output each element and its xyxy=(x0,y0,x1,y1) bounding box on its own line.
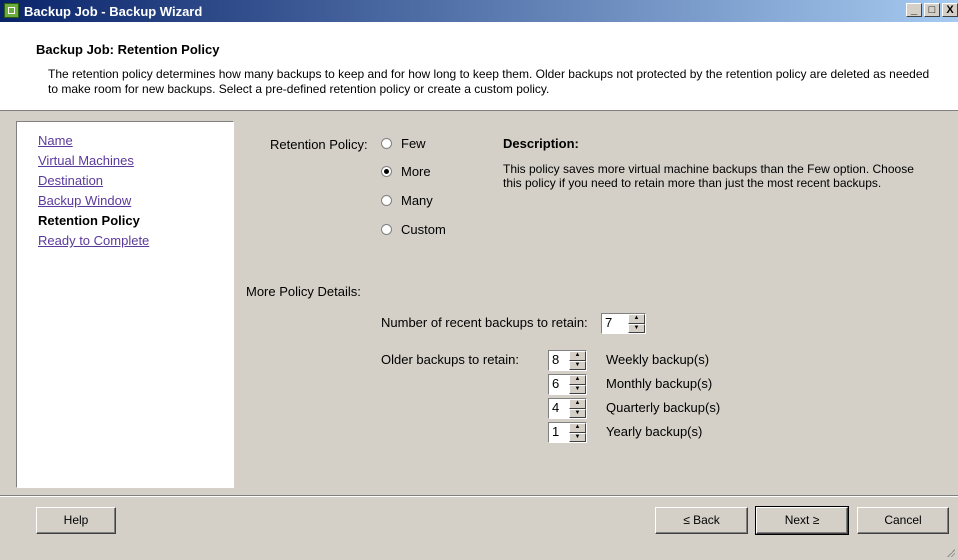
yearly-backups-label: Yearly backup(s) xyxy=(606,424,703,439)
spinner-value[interactable]: 7 xyxy=(602,314,628,333)
policy-details-label: More Policy Details: xyxy=(246,284,361,299)
monthly-backups-label: Monthly backup(s) xyxy=(606,376,713,391)
older-backups-label: Older backups to retain: xyxy=(381,352,520,367)
spinner-up-icon[interactable]: ▲ xyxy=(628,314,645,324)
nav-step-ready-to-complete[interactable]: Ready to Complete xyxy=(38,231,233,251)
retention-policy-label: Retention Policy: xyxy=(270,137,368,152)
spinner-up-icon[interactable]: ▲ xyxy=(569,375,586,385)
spinner-value[interactable]: 8 xyxy=(549,351,569,370)
spinner-up-icon[interactable]: ▲ xyxy=(569,399,586,409)
page-description: The retention policy determines how many… xyxy=(48,67,930,96)
weekly-backups-spinner[interactable]: 8 ▲ ▼ xyxy=(548,350,587,371)
recent-backups-spinner[interactable]: 7 ▲ ▼ xyxy=(601,313,646,334)
cancel-button[interactable]: Cancel xyxy=(857,507,949,534)
yearly-backups-spinner[interactable]: 1 ▲ ▼ xyxy=(548,422,587,443)
spinner-value[interactable]: 4 xyxy=(549,399,569,418)
footer-divider xyxy=(0,495,958,497)
radio-many[interactable]: Many xyxy=(381,193,433,208)
nav-step-name[interactable]: Name xyxy=(38,131,233,151)
quarterly-backups-spinner[interactable]: 4 ▲ ▼ xyxy=(548,398,587,419)
spinner-down-icon[interactable]: ▼ xyxy=(628,323,645,333)
help-button[interactable]: Help xyxy=(36,507,116,534)
wizard-steps-panel: Name Virtual Machines Destination Backup… xyxy=(16,121,234,488)
title-bar: Backup Job - Backup Wizard _ □ X xyxy=(0,0,958,22)
spinner-down-icon[interactable]: ▼ xyxy=(569,432,586,442)
spinner-up-icon[interactable]: ▲ xyxy=(569,351,586,361)
radio-indicator xyxy=(381,195,392,206)
radio-more[interactable]: More xyxy=(381,164,431,179)
monthly-backups-spinner[interactable]: 6 ▲ ▼ xyxy=(548,374,587,395)
description-text: This policy saves more virtual machine b… xyxy=(503,162,914,190)
spinner-value[interactable]: 1 xyxy=(549,423,569,442)
spinner-value[interactable]: 6 xyxy=(549,375,569,394)
radio-indicator xyxy=(381,224,392,235)
next-button[interactable]: Next ≥ xyxy=(755,506,849,535)
maximize-button[interactable]: □ xyxy=(924,3,940,17)
weekly-backups-label: Weekly backup(s) xyxy=(606,352,710,367)
radio-few[interactable]: Few xyxy=(381,136,426,151)
nav-step-retention-policy: Retention Policy xyxy=(38,213,140,228)
nav-step-virtual-machines[interactable]: Virtual Machines xyxy=(38,151,233,171)
quarterly-backups-label: Quarterly backup(s) xyxy=(606,400,721,415)
page-title: Backup Job: Retention Policy xyxy=(36,42,220,57)
wizard-header: Backup Job: Retention Policy The retenti… xyxy=(0,22,958,111)
radio-indicator xyxy=(381,166,392,177)
description-heading: Description: xyxy=(503,136,579,151)
nav-step-backup-window[interactable]: Backup Window xyxy=(38,191,233,211)
spinner-up-icon[interactable]: ▲ xyxy=(569,423,586,433)
spinner-down-icon[interactable]: ▼ xyxy=(569,384,586,394)
window-title: Backup Job - Backup Wizard xyxy=(24,4,203,19)
radio-indicator xyxy=(381,138,392,149)
nav-step-destination[interactable]: Destination xyxy=(38,171,233,191)
spinner-down-icon[interactable]: ▼ xyxy=(569,408,586,418)
minimize-button[interactable]: _ xyxy=(906,3,922,17)
spinner-down-icon[interactable]: ▼ xyxy=(569,360,586,370)
close-button[interactable]: X xyxy=(942,3,958,17)
recent-backups-label: Number of recent backups to retain: xyxy=(381,315,588,330)
radio-custom[interactable]: Custom xyxy=(381,222,446,237)
resize-grip-icon[interactable] xyxy=(945,547,955,557)
back-button[interactable]: ≤ Back xyxy=(655,507,748,534)
app-icon xyxy=(4,3,19,18)
